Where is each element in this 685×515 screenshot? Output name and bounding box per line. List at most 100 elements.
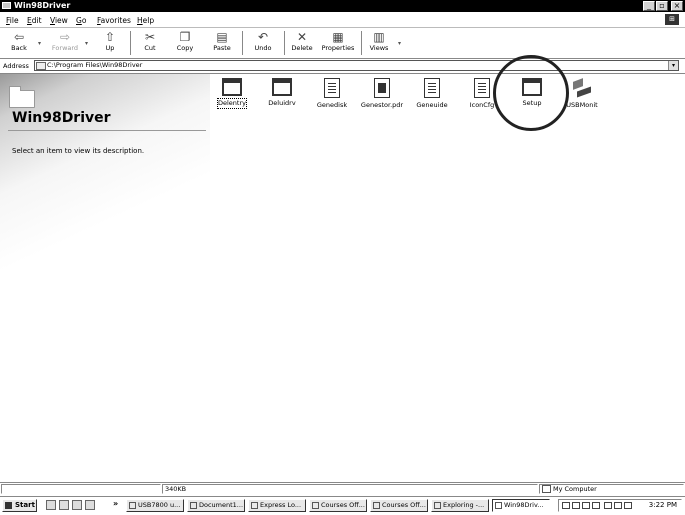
forward-arrow-icon: ⇨ xyxy=(59,30,71,44)
address-label: Address xyxy=(3,62,29,70)
up-button[interactable]: ⇧ Up xyxy=(98,30,122,53)
folder-title: Win98Driver xyxy=(12,110,111,126)
mail-icon[interactable] xyxy=(72,500,82,510)
address-value: C:\Program Files\Win98Driver xyxy=(47,61,143,69)
file-label: Geneuide xyxy=(416,101,448,109)
cut-button[interactable]: ✂ Cut xyxy=(138,30,162,53)
back-label: Back xyxy=(11,44,27,52)
forward-dropdown-icon[interactable]: ▾ xyxy=(85,40,88,47)
views-dropdown-icon[interactable]: ▾ xyxy=(398,40,401,47)
toolbar-separator xyxy=(242,31,243,55)
folder-icon xyxy=(9,86,35,108)
task-label: Document1... xyxy=(199,501,244,509)
maximize-button[interactable]: ▫ xyxy=(656,1,668,11)
file-label: Genestor.pdr xyxy=(360,101,404,109)
desktop-icon[interactable] xyxy=(46,500,56,510)
undo-label: Undo xyxy=(254,44,272,52)
folder-icon xyxy=(2,2,11,9)
task-express-lo[interactable]: Express Lo... xyxy=(248,499,306,512)
cut-label: Cut xyxy=(144,44,156,52)
monitor-icon[interactable] xyxy=(572,502,580,509)
status-location-label: My Computer xyxy=(553,485,597,493)
paste-icon: ▤ xyxy=(216,30,228,44)
browser-icon xyxy=(373,502,380,509)
file-item-genestor-pdr[interactable]: Genestor.pdr xyxy=(356,78,408,110)
views-button[interactable]: ▥ Views xyxy=(366,30,392,53)
task-exploring[interactable]: Exploring -... xyxy=(431,499,489,512)
properties-button[interactable]: ▦ Properties xyxy=(320,30,356,53)
title-bar[interactable]: Win98Driver _ ▫ × xyxy=(0,0,685,12)
folder-icon xyxy=(434,502,441,509)
browser-icon xyxy=(251,502,258,509)
task-win98driver[interactable]: Win98Driv... xyxy=(492,499,550,512)
address-input[interactable]: C:\Program Files\Win98Driver ▾ xyxy=(34,60,679,71)
file-item-deluidrv[interactable]: Deluidrv xyxy=(256,78,308,108)
speaker-icon[interactable] xyxy=(624,502,632,509)
computer-icon xyxy=(542,485,551,493)
menu-go[interactable]: Go xyxy=(76,16,86,25)
task-document1[interactable]: Document1... xyxy=(187,499,245,512)
folder-info-pane: Win98Driver Select an item to view its d… xyxy=(0,74,210,482)
address-dropdown-icon[interactable]: ▾ xyxy=(668,61,678,70)
task-courses-off-1[interactable]: Courses Off... xyxy=(309,499,367,512)
toolbar-separator xyxy=(361,31,362,55)
up-label: Up xyxy=(105,44,115,52)
menu-file[interactable]: File xyxy=(6,16,19,25)
file-item-delentry[interactable]: Delentry xyxy=(206,78,258,109)
copy-label: Copy xyxy=(176,44,194,52)
delete-button[interactable]: ✕ Delete xyxy=(288,30,316,53)
copy-button[interactable]: ❐ Copy xyxy=(172,30,198,53)
back-button[interactable]: ⇦ Back xyxy=(6,30,32,53)
channels-icon[interactable] xyxy=(85,500,95,510)
back-dropdown-icon[interactable]: ▾ xyxy=(38,40,41,47)
window-title: Win98Driver xyxy=(14,1,71,10)
menu-edit[interactable]: Edit xyxy=(27,16,42,25)
window-controls: _ ▫ × xyxy=(643,1,683,11)
delete-label: Delete xyxy=(291,44,313,52)
toolbar-separator xyxy=(130,31,131,55)
undo-button[interactable]: ↶ Undo xyxy=(250,30,276,53)
task-courses-off-2[interactable]: Courses Off... xyxy=(370,499,428,512)
task-label: Exploring -... xyxy=(443,501,485,509)
network-icon[interactable] xyxy=(562,502,570,509)
taskbar: Start » USB7800 u... Document1... Expres… xyxy=(0,496,685,515)
task-label: USB7800 u... xyxy=(138,501,181,509)
properties-label: Properties xyxy=(321,44,355,52)
word-document-icon xyxy=(190,502,197,509)
menu-favorites[interactable]: Favorites xyxy=(97,16,131,25)
document-icon xyxy=(324,78,340,98)
undo-icon: ↶ xyxy=(257,30,269,44)
printer-icon[interactable] xyxy=(592,502,600,509)
menu-view[interactable]: View xyxy=(50,16,68,25)
toolbar-separator xyxy=(284,31,285,55)
quicklaunch-more-icon[interactable]: » xyxy=(113,499,118,508)
file-item-genedisk[interactable]: Genedisk xyxy=(306,78,358,110)
minimize-button[interactable]: _ xyxy=(643,1,655,11)
file-label: Genedisk xyxy=(316,101,348,109)
highlight-circle xyxy=(493,55,569,131)
antivirus-icon[interactable] xyxy=(614,502,622,509)
scheduler-icon[interactable] xyxy=(582,502,590,509)
clock[interactable]: 3:22 PM xyxy=(649,501,677,510)
task-usb7800[interactable]: USB7800 u... xyxy=(126,499,184,512)
file-item-geneuide[interactable]: Geneuide xyxy=(406,78,458,110)
close-button[interactable]: × xyxy=(671,1,683,11)
document-icon xyxy=(424,78,440,98)
menu-help[interactable]: Help xyxy=(137,16,154,25)
hardware-icon[interactable] xyxy=(604,502,612,509)
folder-icon xyxy=(36,62,46,70)
start-button[interactable]: Start xyxy=(2,499,37,512)
address-bar: Address C:\Program Files\Win98Driver ▾ xyxy=(0,59,685,74)
paste-button[interactable]: ▤ Paste xyxy=(208,30,236,53)
menu-bar: File Edit View Go Favorites Help ⊞ xyxy=(0,13,685,28)
start-label: Start xyxy=(15,501,35,509)
divider xyxy=(8,130,206,131)
usb-monitor-icon xyxy=(571,78,593,98)
up-folder-icon: ⇧ xyxy=(104,30,116,44)
copy-icon: ❐ xyxy=(179,30,191,44)
browser-icon[interactable] xyxy=(59,500,69,510)
file-label: USBMonit xyxy=(566,101,598,109)
document-icon xyxy=(129,502,136,509)
pdr-file-icon xyxy=(374,78,390,98)
forward-button[interactable]: ⇨ Forward xyxy=(49,30,81,53)
